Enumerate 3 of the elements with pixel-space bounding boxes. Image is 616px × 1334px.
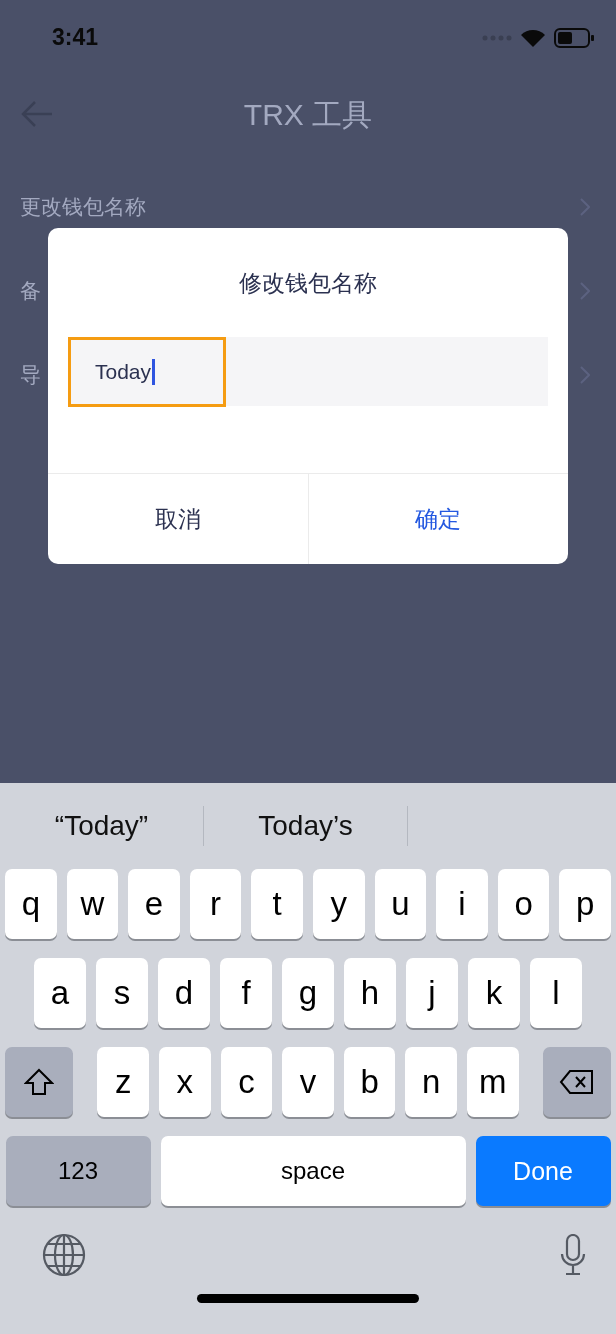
dialog-title: 修改钱包名称 bbox=[239, 269, 377, 298]
status-time: 3:41 bbox=[52, 24, 99, 51]
screen-title: TRX 工具 bbox=[243, 96, 373, 133]
